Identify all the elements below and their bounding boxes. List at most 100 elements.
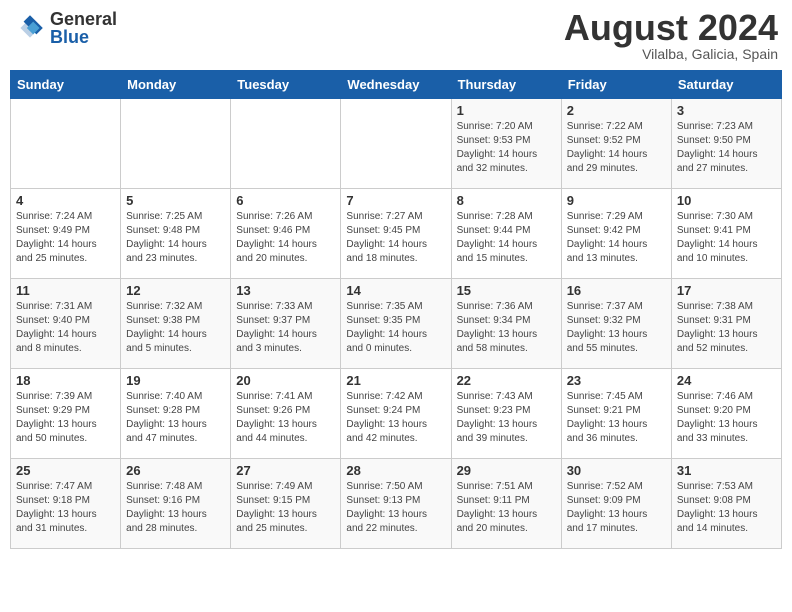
day-info: Sunrise: 7:28 AM Sunset: 9:44 PM Dayligh… (457, 210, 556, 266)
day-info: Sunrise: 7:37 AM Sunset: 9:32 PM Dayligh… (567, 300, 666, 356)
month-year: August 2024 (564, 10, 778, 46)
calendar-cell: 11 Sunrise: 7:31 AM Sunset: 9:40 PM Dayli… (11, 279, 121, 369)
day-number: 17 (677, 283, 776, 298)
calendar-week-row: 25Sunrise: 7:47 AM Sunset: 9:18 PM Dayli… (11, 459, 782, 549)
day-header-wednesday: Wednesday (341, 71, 451, 99)
calendar-cell (231, 99, 341, 189)
calendar-week-row: 11 Sunrise: 7:31 AM Sunset: 9:40 PM Dayli… (11, 279, 782, 369)
calendar-cell: 1 Sunrise: 7:20 AM Sunset: 9:53 PM Daylig… (451, 99, 561, 189)
day-header-sunday: Sunday (11, 71, 121, 99)
day-number: 20 (236, 373, 335, 388)
day-info: Sunrise: 7:32 AM Sunset: 9:38 PM Dayligh… (126, 300, 225, 356)
day-number: 31 (677, 463, 776, 478)
calendar-cell: 4 Sunrise: 7:24 AM Sunset: 9:49 PM Daylig… (11, 189, 121, 279)
calendar-cell: 2 Sunrise: 7:22 AM Sunset: 9:52 PM Daylig… (561, 99, 671, 189)
day-number: 21 (346, 373, 445, 388)
day-number: 6 (236, 193, 335, 208)
day-number: 2 (567, 103, 666, 118)
calendar-cell: 30Sunrise: 7:52 AM Sunset: 9:09 PM Dayli… (561, 459, 671, 549)
day-info: Sunrise: 7:46 AM Sunset: 9:20 PM Dayligh… (677, 390, 776, 446)
day-number: 13 (236, 283, 335, 298)
calendar-cell: 16 Sunrise: 7:37 AM Sunset: 9:32 PM Dayli… (561, 279, 671, 369)
calendar-cell: 18 Sunrise: 7:39 AM Sunset: 9:29 PM Dayli… (11, 369, 121, 459)
day-info: Sunrise: 7:35 AM Sunset: 9:35 PM Dayligh… (346, 300, 445, 356)
calendar-cell: 29 Sunrise: 7:51 AM Sunset: 9:11 PM Dayli… (451, 459, 561, 549)
day-number: 19 (126, 373, 225, 388)
day-number: 16 (567, 283, 666, 298)
calendar-cell (121, 99, 231, 189)
day-number: 11 (16, 283, 115, 298)
logo-text: General Blue (50, 10, 117, 46)
day-number: 15 (457, 283, 556, 298)
day-number: 4 (16, 193, 115, 208)
day-info: Sunrise: 7:53 AM Sunset: 9:08 PM Dayligh… (677, 480, 776, 536)
location: Vilalba, Galicia, Spain (564, 46, 778, 62)
day-info: Sunrise: 7:50 AM Sunset: 9:13 PM Dayligh… (346, 480, 445, 536)
calendar-cell: 10Sunrise: 7:30 AM Sunset: 9:41 PM Dayli… (671, 189, 781, 279)
calendar-cell: 25Sunrise: 7:47 AM Sunset: 9:18 PM Dayli… (11, 459, 121, 549)
day-number: 18 (16, 373, 115, 388)
day-header-monday: Monday (121, 71, 231, 99)
day-info: Sunrise: 7:47 AM Sunset: 9:18 PM Dayligh… (16, 480, 115, 536)
day-info: Sunrise: 7:33 AM Sunset: 9:37 PM Dayligh… (236, 300, 335, 356)
logo: General Blue (14, 10, 117, 46)
calendar-cell: 23 Sunrise: 7:45 AM Sunset: 9:21 PM Dayli… (561, 369, 671, 459)
day-number: 23 (567, 373, 666, 388)
calendar-cell: 26Sunrise: 7:48 AM Sunset: 9:16 PM Dayli… (121, 459, 231, 549)
day-info: Sunrise: 7:30 AM Sunset: 9:41 PM Dayligh… (677, 210, 776, 266)
calendar-cell: 13 Sunrise: 7:33 AM Sunset: 9:37 PM Dayli… (231, 279, 341, 369)
calendar-cell: 22 Sunrise: 7:43 AM Sunset: 9:23 PM Dayli… (451, 369, 561, 459)
day-number: 29 (457, 463, 556, 478)
logo-blue: Blue (50, 28, 117, 46)
day-number: 14 (346, 283, 445, 298)
day-info: Sunrise: 7:45 AM Sunset: 9:21 PM Dayligh… (567, 390, 666, 446)
day-number: 7 (346, 193, 445, 208)
calendar-cell: 7 Sunrise: 7:27 AM Sunset: 9:45 PM Daylig… (341, 189, 451, 279)
day-info: Sunrise: 7:20 AM Sunset: 9:53 PM Dayligh… (457, 120, 556, 176)
calendar-cell (341, 99, 451, 189)
page-header: General Blue August 2024 Vilalba, Galici… (10, 10, 782, 62)
calendar-header-row: SundayMondayTuesdayWednesdayThursdayFrid… (11, 71, 782, 99)
calendar-cell: 14 Sunrise: 7:35 AM Sunset: 9:35 PM Dayli… (341, 279, 451, 369)
day-header-tuesday: Tuesday (231, 71, 341, 99)
calendar-cell: 21Sunrise: 7:42 AM Sunset: 9:24 PM Dayli… (341, 369, 451, 459)
calendar-cell: 8Sunrise: 7:28 AM Sunset: 9:44 PM Daylig… (451, 189, 561, 279)
title-block: August 2024 Vilalba, Galicia, Spain (564, 10, 778, 62)
day-info: Sunrise: 7:22 AM Sunset: 9:52 PM Dayligh… (567, 120, 666, 176)
day-info: Sunrise: 7:27 AM Sunset: 9:45 PM Dayligh… (346, 210, 445, 266)
day-number: 12 (126, 283, 225, 298)
day-info: Sunrise: 7:23 AM Sunset: 9:50 PM Dayligh… (677, 120, 776, 176)
day-info: Sunrise: 7:39 AM Sunset: 9:29 PM Dayligh… (16, 390, 115, 446)
day-info: Sunrise: 7:40 AM Sunset: 9:28 PM Dayligh… (126, 390, 225, 446)
calendar-cell: 6 Sunrise: 7:26 AM Sunset: 9:46 PM Daylig… (231, 189, 341, 279)
calendar-cell: 12 Sunrise: 7:32 AM Sunset: 9:38 PM Dayli… (121, 279, 231, 369)
calendar-cell: 31 Sunrise: 7:53 AM Sunset: 9:08 PM Dayli… (671, 459, 781, 549)
day-number: 30 (567, 463, 666, 478)
day-info: Sunrise: 7:29 AM Sunset: 9:42 PM Dayligh… (567, 210, 666, 266)
day-info: Sunrise: 7:24 AM Sunset: 9:49 PM Dayligh… (16, 210, 115, 266)
day-info: Sunrise: 7:31 AM Sunset: 9:40 PM Dayligh… (16, 300, 115, 356)
calendar-cell: 20 Sunrise: 7:41 AM Sunset: 9:26 PM Dayli… (231, 369, 341, 459)
day-number: 24 (677, 373, 776, 388)
calendar-cell: 9 Sunrise: 7:29 AM Sunset: 9:42 PM Daylig… (561, 189, 671, 279)
day-number: 22 (457, 373, 556, 388)
day-info: Sunrise: 7:49 AM Sunset: 9:15 PM Dayligh… (236, 480, 335, 536)
logo-icon (14, 12, 46, 44)
calendar-cell: 17 Sunrise: 7:38 AM Sunset: 9:31 PM Dayli… (671, 279, 781, 369)
calendar-cell: 3Sunrise: 7:23 AM Sunset: 9:50 PM Daylig… (671, 99, 781, 189)
day-number: 28 (346, 463, 445, 478)
calendar-table: SundayMondayTuesdayWednesdayThursdayFrid… (10, 70, 782, 549)
day-info: Sunrise: 7:51 AM Sunset: 9:11 PM Dayligh… (457, 480, 556, 536)
day-info: Sunrise: 7:26 AM Sunset: 9:46 PM Dayligh… (236, 210, 335, 266)
calendar-cell (11, 99, 121, 189)
day-number: 1 (457, 103, 556, 118)
logo-general: General (50, 10, 117, 28)
day-info: Sunrise: 7:41 AM Sunset: 9:26 PM Dayligh… (236, 390, 335, 446)
calendar-cell: 27Sunrise: 7:49 AM Sunset: 9:15 PM Dayli… (231, 459, 341, 549)
calendar-cell: 24 Sunrise: 7:46 AM Sunset: 9:20 PM Dayli… (671, 369, 781, 459)
calendar-cell: 28 Sunrise: 7:50 AM Sunset: 9:13 PM Dayli… (341, 459, 451, 549)
day-info: Sunrise: 7:43 AM Sunset: 9:23 PM Dayligh… (457, 390, 556, 446)
day-number: 9 (567, 193, 666, 208)
day-info: Sunrise: 7:38 AM Sunset: 9:31 PM Dayligh… (677, 300, 776, 356)
day-header-thursday: Thursday (451, 71, 561, 99)
